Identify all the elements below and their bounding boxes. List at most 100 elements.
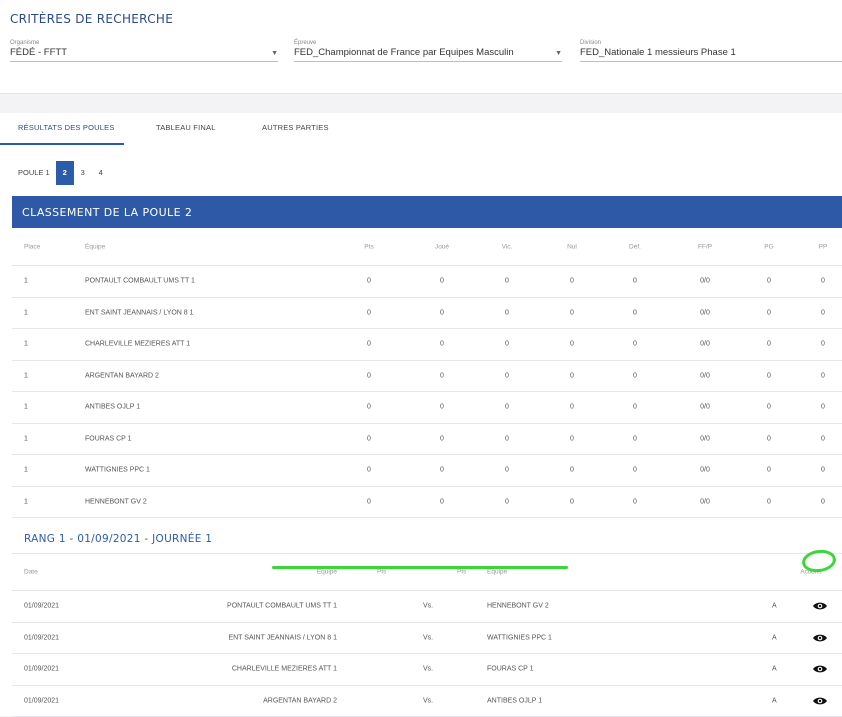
cell-def: 0 (620, 341, 650, 348)
cell-joue: 0 (427, 498, 457, 505)
eye-icon[interactable] (812, 601, 828, 611)
cell-team: HENNEBONT GV 2 (85, 498, 147, 505)
classement-title: CLASSEMENT DE LA POULE 2 (22, 206, 192, 219)
cell-team: ARGENTAN BAYARD 2 (85, 372, 159, 379)
cell-team: ENT SAINT JEANNAIS / LYON 8 1 (85, 309, 194, 316)
matches-header-row: Date Équipe Pts Pts Équipe Actions (12, 554, 842, 591)
cell-place: 1 (24, 372, 28, 379)
cell-def: 0 (620, 372, 650, 379)
poule-page-4[interactable]: 4 (92, 161, 110, 185)
cell-def: 0 (620, 278, 650, 285)
cell-place: 1 (24, 435, 28, 442)
col-place: Place (24, 243, 40, 250)
cell-ffp: 0/0 (690, 278, 720, 285)
cell-away-team: HENNEBONT GV 2 (487, 603, 549, 610)
cell-team: FOURAS CP 1 (85, 435, 132, 442)
results-tabs: RÉSULTATS DES POULES TABLEAU FINAL AUTRE… (0, 113, 842, 145)
col-away-pts: Pts (457, 569, 466, 576)
cell-vic: 0 (492, 278, 522, 285)
cell-def: 0 (620, 309, 650, 316)
organisme-select[interactable]: Organisme FÉDÉ - FFTT ▼ (10, 40, 278, 62)
cell-ffp: 0/0 (690, 309, 720, 316)
cell-pg: 0 (754, 404, 784, 411)
poule-page-2[interactable]: 2 (56, 161, 74, 185)
poule-pager: POULE 1 2 3 4 (12, 161, 110, 185)
classement-header: CLASSEMENT DE LA POULE 2 (12, 196, 842, 228)
cell-home-team: CHARLEVILLE MEZIERES ATT 1 (92, 666, 337, 673)
classement-row: 1ARGENTAN BAYARD 2000000/000 (12, 361, 842, 393)
cell-ffp: 0/0 (690, 372, 720, 379)
cell-vic: 0 (492, 309, 522, 316)
cell-joue: 0 (427, 341, 457, 348)
organisme-label: Organisme (10, 40, 39, 46)
cell-pts: 0 (354, 404, 384, 411)
cell-pts: 0 (354, 372, 384, 379)
cell-pg: 0 (754, 341, 784, 348)
poule-page-1[interactable]: POULE 1 (12, 161, 56, 185)
cell-date: 01/09/2021 (24, 666, 59, 673)
poule-page-3[interactable]: 3 (74, 161, 92, 185)
match-row: 01/09/2021CHARLEVILLE MEZIERES ATT 1Vs.F… (12, 654, 842, 686)
chevron-down-icon: ▼ (271, 50, 278, 57)
cell-vic: 0 (492, 435, 522, 442)
eye-icon[interactable] (812, 664, 828, 674)
division-select[interactable]: Division FED_Nationale 1 messieurs Phase… (580, 40, 842, 62)
cell-pg: 0 (754, 467, 784, 474)
col-away-team: Équipe (487, 569, 507, 576)
eye-icon[interactable] (812, 633, 828, 643)
match-row: 01/09/2021ARGENTAN BAYARD 2Vs.ANTIBES OJ… (12, 686, 842, 717)
cell-place: 1 (24, 341, 28, 348)
cell-flag: A (772, 603, 777, 610)
cell-nul: 0 (557, 498, 587, 505)
cell-away-team: WATTIGNIES PPC 1 (487, 634, 552, 641)
cell-joue: 0 (427, 435, 457, 442)
cell-ffp: 0/0 (690, 435, 720, 442)
cell-date: 01/09/2021 (24, 697, 59, 704)
criteria-title: CRITÈRES DE RECHERCHE (10, 12, 173, 26)
cell-team: ANTIBES OJLP 1 (85, 404, 140, 411)
cell-ffp: 0/0 (690, 467, 720, 474)
epreuve-value: FED_Championnat de France par Equipes Ma… (294, 47, 514, 58)
cell-nul: 0 (557, 467, 587, 474)
cell-vs: Vs. (418, 634, 438, 641)
rang-title: RANG 1 - 01/09/2021 - JOURNÉE 1 (24, 533, 212, 545)
col-pts: Pts (354, 243, 384, 250)
classement-row: 1PONTAULT COMBAULT UMS TT 1000000/000 (12, 266, 842, 298)
cell-flag: A (772, 697, 777, 704)
classement-row: 1HENNEBONT GV 2000000/000 (12, 487, 842, 519)
cell-pts: 0 (354, 309, 384, 316)
col-joue: Joué (427, 243, 457, 250)
col-pp: PP (808, 243, 838, 250)
cell-def: 0 (620, 435, 650, 442)
cell-def: 0 (620, 404, 650, 411)
eye-icon[interactable] (812, 696, 828, 706)
cell-home-team: PONTAULT COMBAULT UMS TT 1 (92, 603, 337, 610)
division-label: Division (580, 40, 601, 46)
tab-resultats-poules[interactable]: RÉSULTATS DES POULES (18, 123, 115, 132)
cell-pg: 0 (754, 372, 784, 379)
cell-joue: 0 (427, 278, 457, 285)
classement-header-row: Place Équipe Pts Joué Vic. Nul Déf. FF/P… (12, 228, 842, 266)
cell-vic: 0 (492, 404, 522, 411)
cell-joue: 0 (427, 372, 457, 379)
cell-vs: Vs. (418, 603, 438, 610)
cell-nul: 0 (557, 372, 587, 379)
epreuve-select[interactable]: Épreuve FED_Championnat de France par Eq… (294, 40, 562, 62)
cell-ffp: 0/0 (690, 341, 720, 348)
cell-joue: 0 (427, 309, 457, 316)
cell-vs: Vs. (418, 697, 438, 704)
cell-vic: 0 (492, 498, 522, 505)
cell-vic: 0 (492, 467, 522, 474)
cell-vic: 0 (492, 341, 522, 348)
cell-home-team: ARGENTAN BAYARD 2 (92, 697, 337, 704)
organisme-value: FÉDÉ - FFTT (10, 47, 67, 58)
cell-pp: 0 (808, 435, 838, 442)
tab-autres-parties[interactable]: AUTRES PARTIES (262, 123, 329, 132)
cell-ffp: 0/0 (690, 498, 720, 505)
col-pg: PG (754, 243, 784, 250)
cell-pp: 0 (808, 404, 838, 411)
cell-pg: 0 (754, 309, 784, 316)
col-vic: Vic. (492, 243, 522, 250)
col-team: Équipe (85, 243, 105, 250)
tab-tableau-final[interactable]: TABLEAU FINAL (156, 123, 216, 132)
